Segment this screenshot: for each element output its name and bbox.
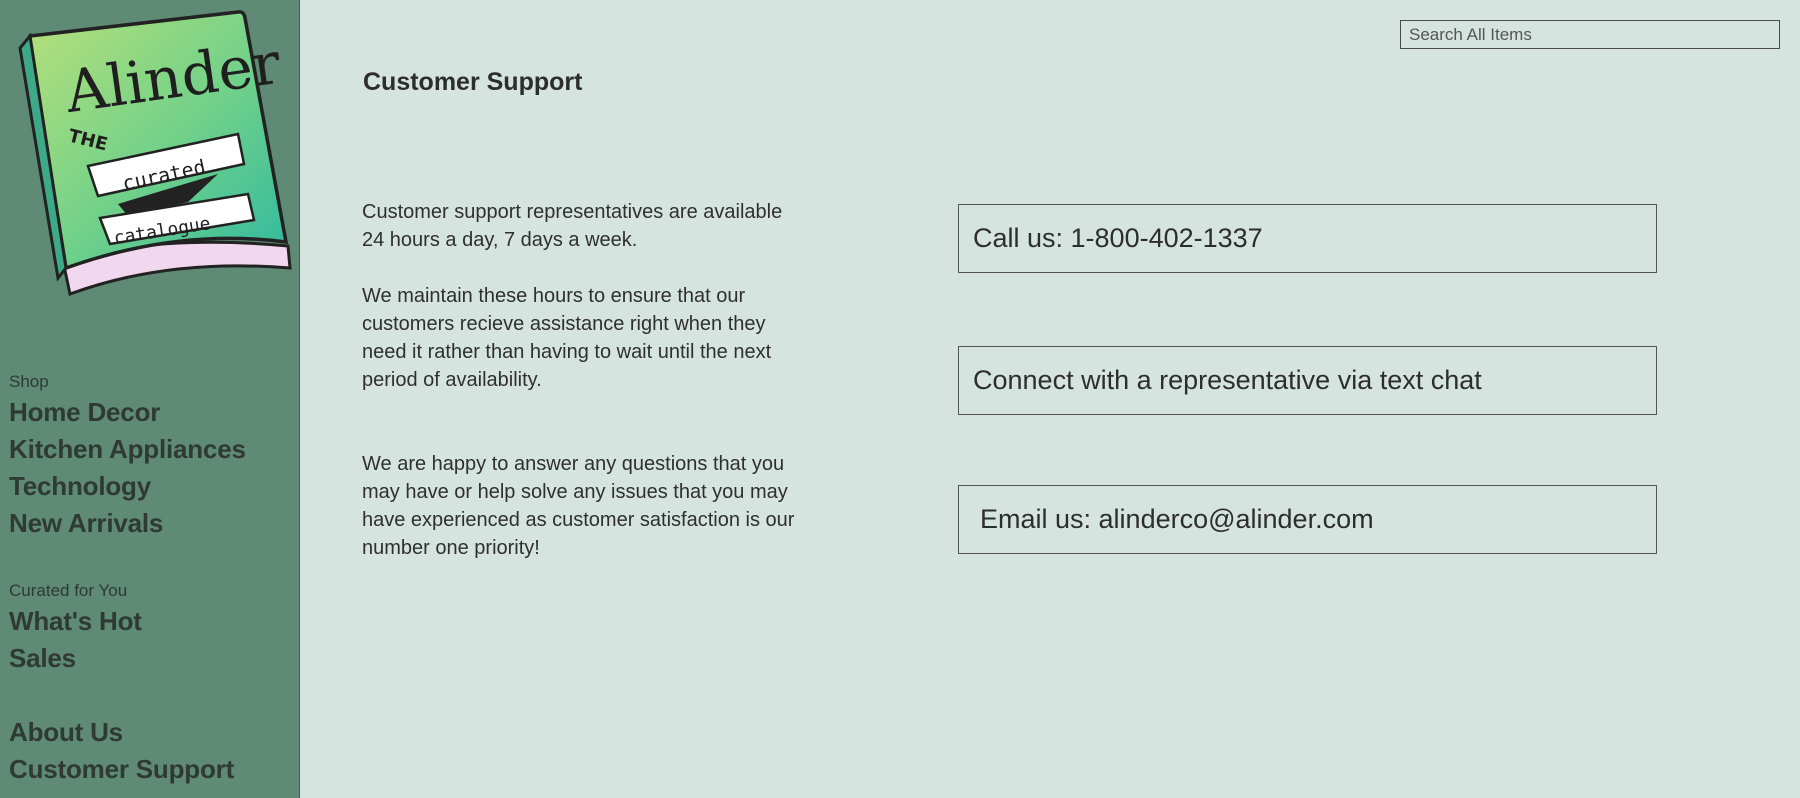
nav-home-decor[interactable]: Home Decor — [9, 397, 160, 428]
sidebar: Alinder THE curated catalogue Shop Home … — [0, 0, 300, 798]
curated-section-label: Curated for You — [9, 581, 128, 600]
nav-new-arrivals[interactable]: New Arrivals — [9, 508, 163, 539]
call-us-button[interactable]: Call us: 1-800-402-1337 — [958, 204, 1657, 273]
nav-kitchen-appliances[interactable]: Kitchen Appliances — [9, 434, 246, 465]
support-help-paragraph: We are happy to answer any questions tha… — [362, 453, 795, 559]
nav-whats-hot[interactable]: What's Hot — [9, 606, 142, 637]
search-input[interactable] — [1400, 20, 1780, 49]
support-hours-paragraph: Customer support representatives are ava… — [362, 201, 783, 251]
page-title: Customer Support — [363, 68, 583, 96]
nav-sales[interactable]: Sales — [9, 643, 76, 674]
email-us-button[interactable]: Email us: alinderco@alinder.com — [958, 485, 1657, 554]
text-chat-button[interactable]: Connect with a representative via text c… — [958, 346, 1657, 415]
nav-technology[interactable]: Technology — [9, 471, 151, 502]
nav-about-us[interactable]: About Us — [9, 717, 123, 748]
shop-section-label: Shop — [9, 372, 49, 391]
nav-customer-support[interactable]: Customer Support — [9, 754, 234, 785]
support-reason-paragraph: We maintain these hours to ensure that o… — [362, 285, 772, 391]
alinder-logo[interactable]: Alinder THE curated catalogue — [8, 6, 294, 296]
